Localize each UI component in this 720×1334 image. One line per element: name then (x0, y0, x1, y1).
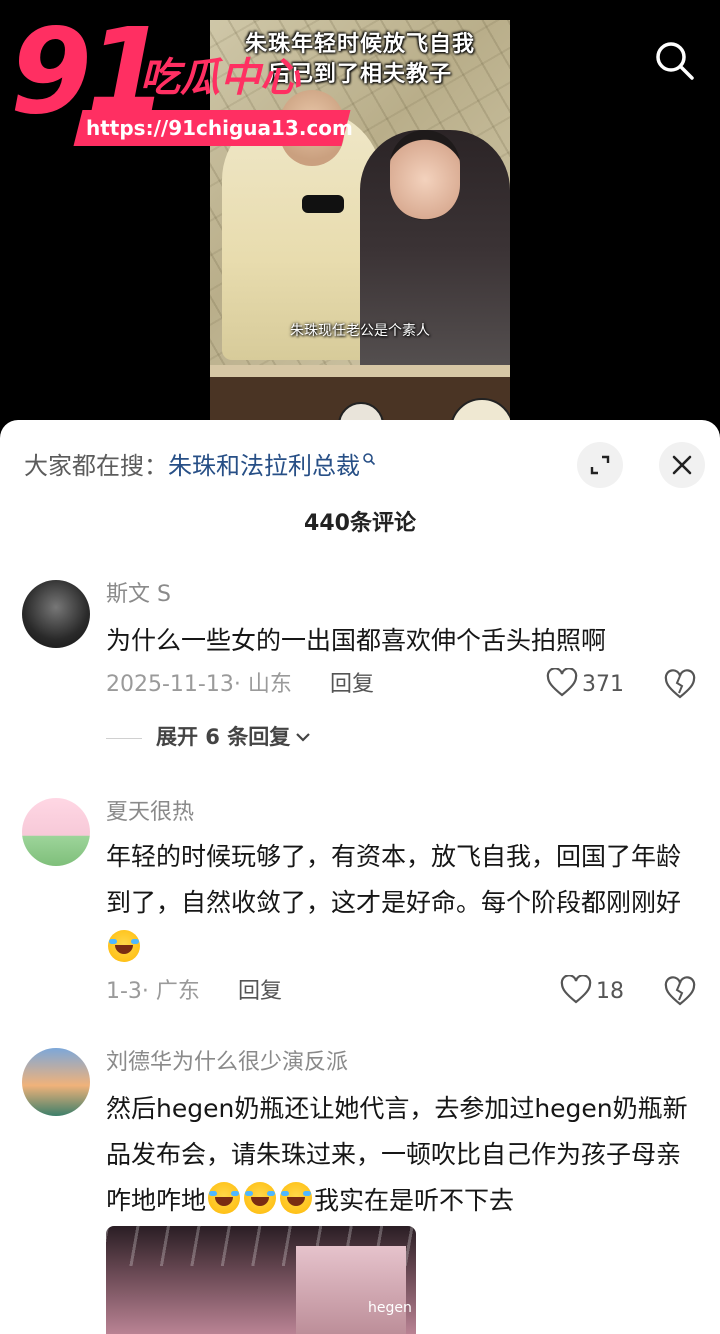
comment-username[interactable]: 斯文 S (106, 580, 171, 610)
video-caption: 朱珠现任老公是个素人 (290, 323, 430, 339)
small-search-icon (363, 453, 376, 466)
comment-text: 然后hegen奶瓶还让她代言，去参加过hegen奶瓶新品发布会，请朱珠过来，一顿… (106, 1086, 696, 1224)
avatar[interactable] (22, 798, 90, 866)
image-brand-text: hegen (368, 1300, 412, 1316)
comment-username[interactable]: 刘德华为什么很少演反派 (106, 1048, 348, 1078)
expand-replies-button[interactable]: 展开 6 条回复 (106, 720, 312, 754)
comment-image[interactable]: hegen (106, 1226, 416, 1334)
broken-heart-icon[interactable] (664, 669, 696, 701)
video-bowtie (302, 195, 344, 213)
reply-button[interactable]: 回复 (330, 668, 374, 702)
watermark-url: https://91chigua13.com (86, 116, 353, 140)
search-icon (656, 42, 694, 80)
avatar[interactable] (22, 1048, 90, 1116)
search-button[interactable] (652, 38, 696, 82)
comment-sheet: 大家都在搜：朱珠和法拉利总裁 440条评论 斯文 S 为什么一些女的一出国都喜欢… (0, 420, 720, 1334)
comment-text-body: 年轻的时候玩够了，有资本，放飞自我，回国了年龄到了，自然收敛了，这才是好命。每个… (106, 842, 682, 917)
close-icon (672, 455, 692, 475)
broken-heart-icon[interactable] (664, 976, 696, 1008)
comment-meta: 1-3· 广东 (106, 979, 200, 1004)
video-area[interactable]: 朱珠年轻时候放飞自我 后已到了相夫教子 朱珠现任老公是个素人 91 吃瓜中心 h… (0, 0, 720, 430)
trending-search-term[interactable]: 朱珠和法拉利总裁 (168, 452, 360, 480)
like-button[interactable]: 18 (560, 974, 624, 1009)
avatar[interactable] (22, 580, 90, 648)
expand-replies-label: 展开 6 条回复 (156, 725, 291, 749)
like-count: 371 (582, 672, 624, 697)
close-button[interactable] (659, 442, 705, 488)
chevron-down-icon (296, 733, 311, 742)
comment-text: 为什么一些女的一出国都喜欢伸个舌头拍照啊 (106, 626, 607, 655)
trending-search-label: 大家都在搜： (24, 452, 168, 480)
comment-username[interactable]: 夏天很热 (106, 798, 194, 828)
like-count: 18 (596, 979, 624, 1004)
reply-button[interactable]: 回复 (238, 975, 282, 1009)
heart-icon (546, 667, 578, 697)
laughing-crying-emoji-icon (208, 1182, 241, 1214)
video-woman-head (390, 130, 460, 220)
expand-icon (590, 455, 610, 475)
laughing-crying-emoji-icon (244, 1182, 277, 1214)
divider (106, 737, 142, 739)
comment-count: 440条评论 (304, 511, 416, 536)
video-table-top (210, 365, 510, 377)
comment-meta: 2025-11-13· 山东 (106, 672, 292, 697)
laughing-crying-emoji-icon (108, 930, 140, 962)
comment-text-tail: 我实在是听不下去 (314, 1186, 515, 1215)
trending-search[interactable]: 大家都在搜：朱珠和法拉利总裁 (24, 446, 376, 486)
heart-icon (560, 974, 592, 1004)
stage-screen (296, 1246, 406, 1334)
watermark-name: 吃瓜中心 (140, 55, 300, 101)
comment-text: 年轻的时候玩够了，有资本，放飞自我，回国了年龄到了，自然收敛了，这才是好命。每个… (106, 834, 696, 972)
like-button[interactable]: 371 (546, 667, 624, 702)
laughing-crying-emoji-icon (280, 1182, 313, 1214)
expand-button[interactable] (577, 442, 623, 488)
